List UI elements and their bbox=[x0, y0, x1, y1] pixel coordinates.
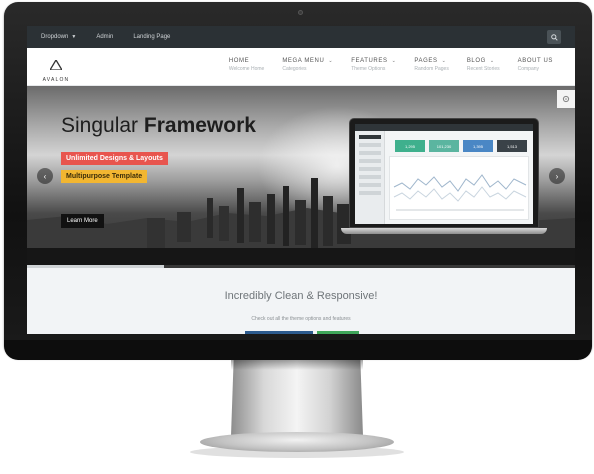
monitor-chin bbox=[4, 340, 592, 360]
stand-shade bbox=[231, 360, 363, 370]
camera-dot bbox=[298, 10, 303, 15]
monitor-bezel bbox=[4, 2, 592, 358]
monitor-stand bbox=[231, 360, 363, 436]
monitor-base bbox=[200, 432, 394, 452]
